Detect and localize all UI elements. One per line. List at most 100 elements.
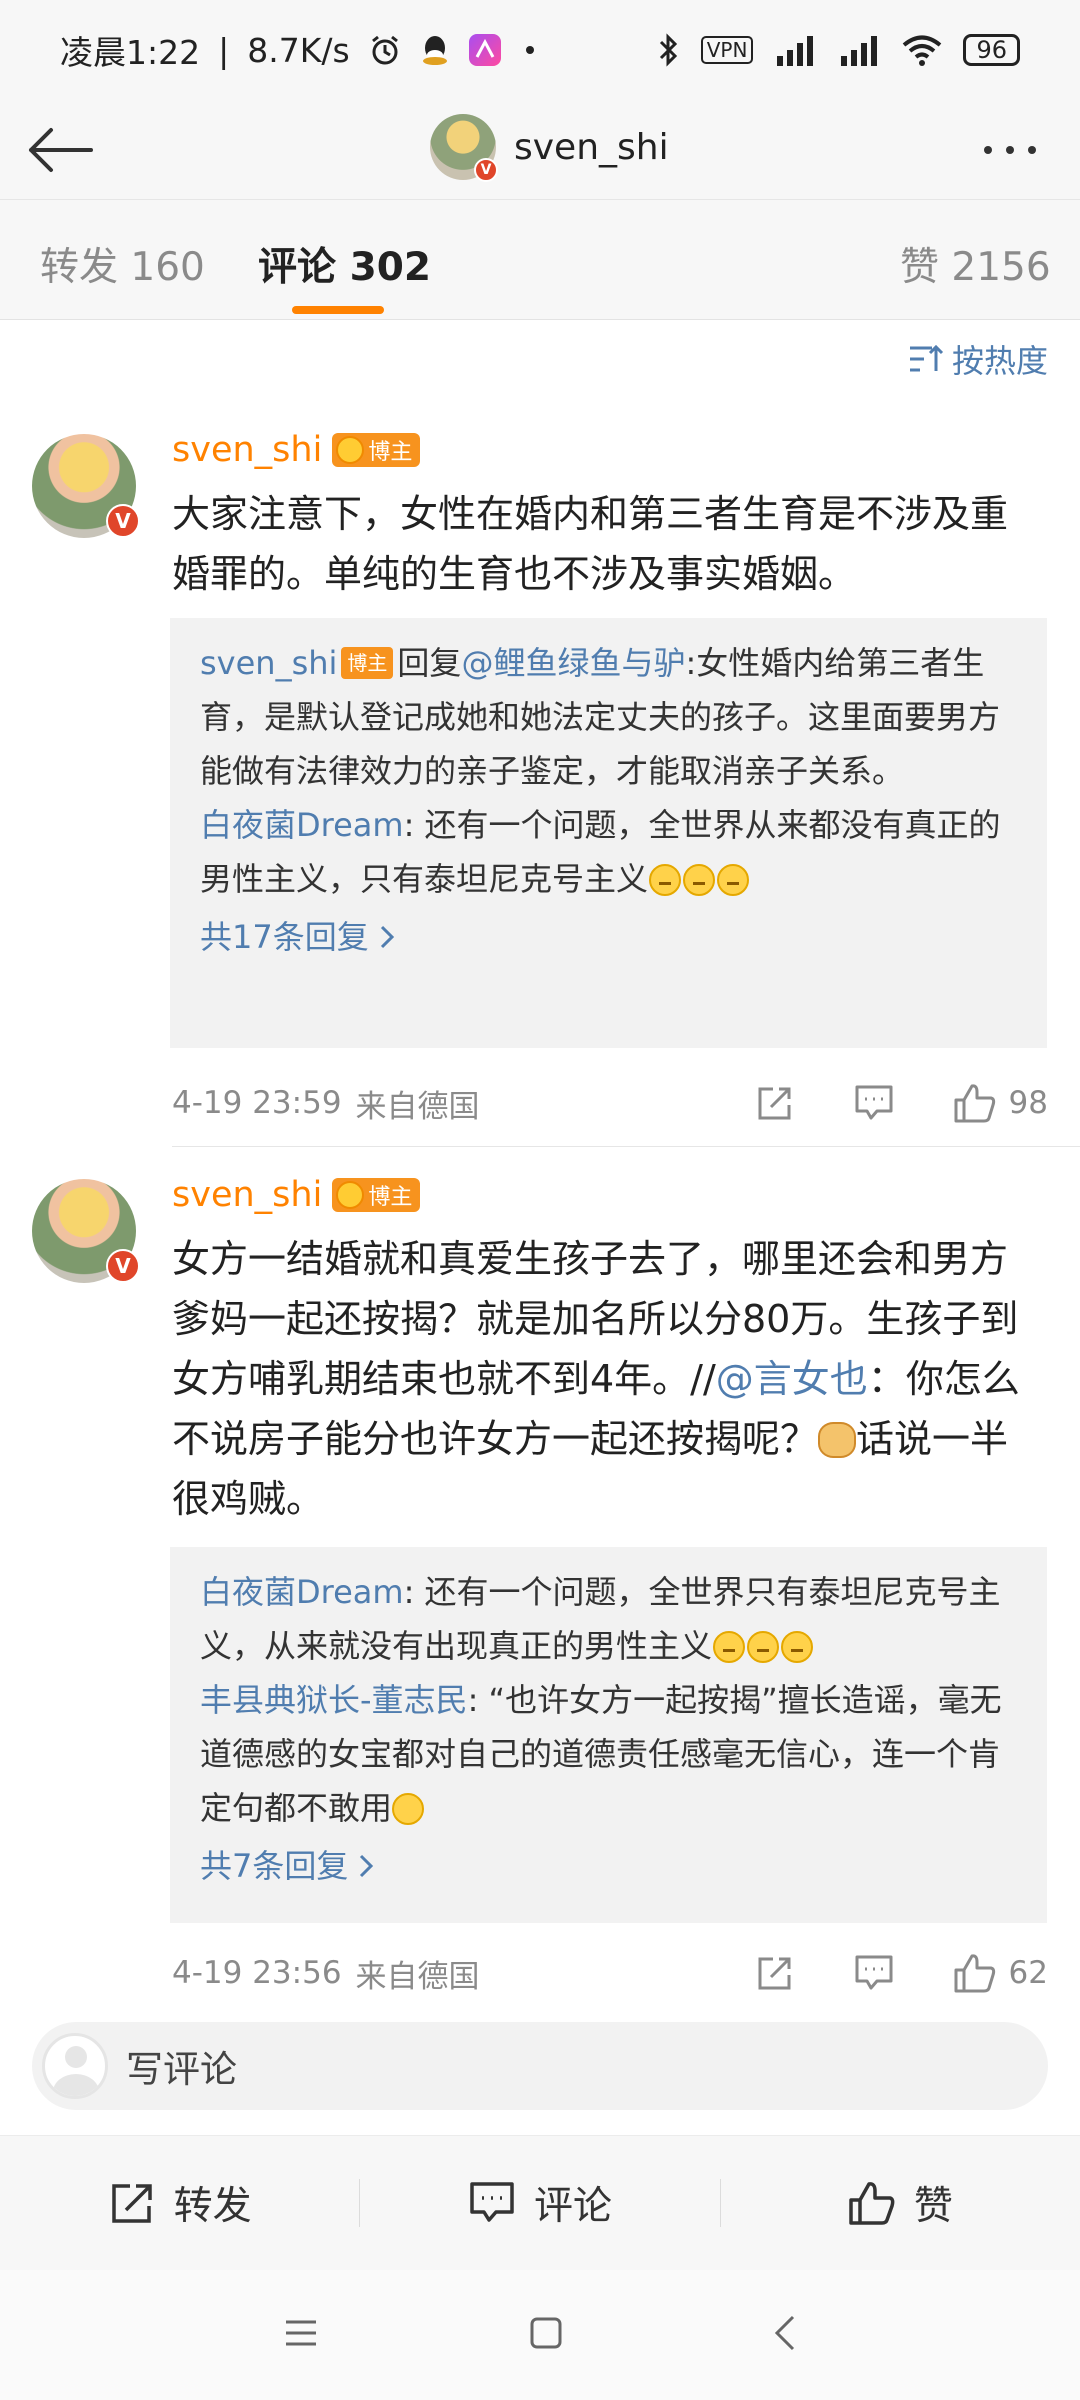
more-notifications-dot	[520, 40, 540, 60]
comment-source: 来自德国	[355, 1088, 480, 1125]
verified-icon: V	[474, 158, 498, 182]
comment-meta: 4-19 23:56 来自德国 62	[172, 1948, 1048, 1998]
sort-toggle[interactable]: 按热度	[908, 336, 1048, 382]
thumbs-up-icon	[849, 2182, 895, 2225]
top-navigation-bar: V sven_shi	[0, 100, 1080, 200]
chevron-right-icon	[360, 1854, 374, 1878]
chevron-right-icon	[380, 925, 394, 949]
tab-bar: 转发 160 评论 302 赞 2156	[0, 200, 1080, 320]
view-all-replies-label: 共7条回复	[200, 1847, 349, 1885]
comment-avatar[interactable]: V	[32, 1179, 140, 1283]
reply-word: 回复	[397, 644, 462, 682]
thinking-emoji-icon	[392, 1793, 425, 1825]
speechless-emoji-icon	[717, 864, 750, 896]
comment-input-placeholder: 写评论	[126, 2048, 237, 2091]
vpn-label: VPN	[700, 36, 754, 64]
header-avatar[interactable]: V	[430, 114, 498, 182]
share-button[interactable]	[755, 1953, 795, 1993]
reply-author[interactable]: sven_shi	[200, 644, 337, 682]
write-comment-input[interactable]: 写评论	[32, 2022, 1048, 2110]
more-dot	[1028, 146, 1036, 154]
comment-button[interactable]: 评论	[360, 2175, 719, 2231]
like-label: 赞	[913, 2184, 953, 2229]
tab-reposts-label: 转发	[40, 245, 119, 290]
back-chevron-icon	[774, 2315, 795, 2351]
back-nav-button[interactable]	[773, 2314, 797, 2356]
comment-author[interactable]: sven_shi	[172, 430, 322, 470]
tab-reposts-count: 160	[130, 245, 205, 290]
more-options-button[interactable]	[970, 128, 1050, 172]
current-user-avatar	[42, 2033, 108, 2099]
active-tab-indicator	[292, 306, 384, 314]
tab-likes[interactable]: 赞 2156	[900, 236, 1051, 292]
reply-item: 丰县典狱长-董志民: “也许女方一起按揭”擅长造谣，毫无道德感的女宝都对自己的道…	[200, 1673, 1017, 1835]
thumbs-up-icon	[954, 1954, 995, 1993]
status-speed: 8.7K/s	[247, 30, 350, 70]
header-user[interactable]: V sven_shi	[430, 114, 669, 182]
tab-comments-count: 302	[349, 245, 432, 290]
tab-comments[interactable]: 评论 302	[258, 236, 431, 292]
reply-mention[interactable]: @鲤鱼绿鱼与驴	[461, 644, 685, 682]
reply-author[interactable]: 白夜菌Dream	[200, 806, 404, 844]
author-badge: 博主	[332, 1178, 421, 1212]
like-count: 62	[1008, 1955, 1048, 1991]
comment-icon	[855, 1955, 893, 1990]
reply-author-badge: 博主	[341, 647, 394, 679]
qq-icon	[420, 33, 450, 67]
comment-author[interactable]: sven_shi	[172, 1175, 322, 1215]
reply-button[interactable]	[853, 1083, 895, 1123]
home-square-icon	[530, 2317, 562, 2349]
comment-source: 来自德国	[355, 1958, 480, 1995]
reply-author[interactable]: 丰县典狱长-董志民	[200, 1681, 468, 1719]
app-notification-icon	[468, 33, 502, 67]
comment-mention[interactable]: @言女也	[716, 1357, 868, 1401]
reply-preview-box[interactable]: 白夜菌Dream: 还有一个问题，全世界只有泰坦尼克号主义，从来就没有出现真正的…	[170, 1547, 1047, 1923]
comment-divider	[172, 1146, 1080, 1147]
comment-avatar[interactable]: V	[32, 434, 140, 538]
view-all-replies-link[interactable]: 共17条回复	[200, 910, 1017, 964]
speechless-emoji-icon	[747, 1631, 780, 1663]
like-post-button[interactable]: 赞	[721, 2175, 1080, 2231]
share-icon	[758, 1087, 791, 1120]
comment-text: 女方一结婚就和真爱生孩子去了，哪里还会和男方爹妈一起还按揭？就是加名所以分80万…	[172, 1229, 1042, 1529]
status-separator: |	[218, 30, 230, 70]
view-all-replies-link[interactable]: 共7条回复	[200, 1839, 1017, 1893]
header-username[interactable]: sven_shi	[514, 127, 669, 168]
tab-comments-label: 评论	[258, 245, 337, 290]
reply-item: 白夜菌Dream: 还有一个问题，全世界从来都没有真正的男性主义，只有泰坦尼克号…	[200, 798, 1017, 906]
bottom-action-bar: 转发 评论 赞	[0, 2135, 1080, 2270]
tab-likes-label: 赞	[900, 245, 940, 290]
menu-nav-button[interactable]	[283, 2317, 319, 2353]
battery-indicator: 96	[963, 34, 1020, 66]
reply-button[interactable]	[853, 1953, 895, 1993]
tab-likes-count: 2156	[951, 245, 1051, 290]
comment-time: 4-19 23:59	[172, 1085, 342, 1121]
tab-reposts[interactable]: 转发 160	[40, 236, 205, 292]
comment-text: 大家注意下，女性在婚内和第三者生育是不涉及重婚罪的。单纯的生育也不涉及事实婚姻。	[172, 492, 1009, 596]
speechless-emoji-icon	[781, 1631, 814, 1663]
status-bar: 凌晨1:22 | 8.7K/s VPN 96	[0, 0, 1080, 100]
repost-icon	[111, 2184, 152, 2223]
share-icon	[758, 1957, 791, 1990]
comment-icon	[470, 2182, 514, 2222]
doge-emoji-icon	[818, 1422, 857, 1458]
like-button[interactable]: 62	[953, 1952, 1048, 1994]
back-button[interactable]	[0, 100, 120, 200]
more-dot	[1006, 146, 1014, 154]
like-button[interactable]: 98	[953, 1082, 1048, 1124]
home-nav-button[interactable]	[529, 2316, 563, 2354]
vpn-icon: VPN	[700, 36, 754, 64]
menu-icon	[286, 2320, 316, 2346]
reply-author[interactable]: 白夜菌Dream	[200, 1573, 404, 1611]
share-button[interactable]	[755, 1083, 795, 1123]
tiger-badge-icon	[336, 1181, 365, 1209]
sort-icon	[909, 344, 944, 372]
repost-button[interactable]: 转发	[0, 2175, 359, 2231]
system-navigation-bar	[0, 2270, 1080, 2400]
reply-item: 白夜菌Dream: 还有一个问题，全世界只有泰坦尼克号主义，从来就没有出现真正的…	[200, 1565, 1017, 1673]
reply-preview-box[interactable]: sven_shi 博主 回复@鲤鱼绿鱼与驴:女性婚内给第三者生育，是默认登记成她和她…	[170, 618, 1047, 1048]
repost-label: 转发	[173, 2184, 252, 2229]
tiger-badge-icon	[336, 436, 365, 464]
comment-meta: 4-19 23:59 来自德国 98	[172, 1078, 1048, 1128]
like-count: 98	[1008, 1085, 1048, 1121]
